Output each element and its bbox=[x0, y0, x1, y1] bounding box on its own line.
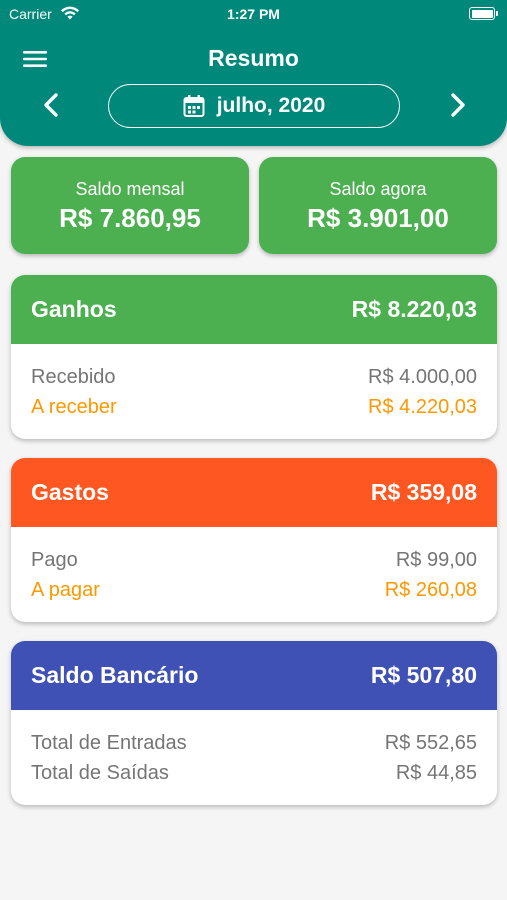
paid-row: Pago R$ 99,00 bbox=[31, 545, 477, 575]
total-in-value: R$ 552,65 bbox=[384, 732, 477, 754]
current-balance-card[interactable]: Saldo agora R$ 3.901,00 bbox=[259, 157, 497, 254]
bank-balance-header: Saldo Bancário R$ 507,80 bbox=[11, 641, 497, 710]
ganhos-card[interactable]: Ganhos R$ 8.220,03 Recebido R$ 4.000,00 … bbox=[11, 275, 497, 439]
to-receive-row: A receber R$ 4.220,03 bbox=[31, 392, 477, 422]
received-row: Recebido R$ 4.000,00 bbox=[31, 362, 477, 392]
to-pay-value: R$ 260,08 bbox=[384, 579, 477, 601]
gastos-title: Gastos bbox=[31, 479, 109, 505]
gastos-total: R$ 359,08 bbox=[370, 479, 477, 505]
current-balance-label: Saldo agora bbox=[329, 179, 427, 199]
bank-balance-card[interactable]: Saldo Bancário R$ 507,80 Total de Entrad… bbox=[11, 641, 497, 805]
current-balance-value: R$ 3.901,00 bbox=[307, 203, 449, 233]
page-title: Resumo bbox=[208, 45, 299, 71]
to-receive-value: R$ 4.220,03 bbox=[368, 396, 477, 418]
received-label: Recebido bbox=[31, 366, 116, 388]
total-out-row: Total de Saídas R$ 44,85 bbox=[31, 758, 477, 788]
to-receive-label: A receber bbox=[31, 396, 117, 418]
calendar-icon bbox=[183, 95, 205, 117]
monthly-balance-label: Saldo mensal bbox=[75, 179, 185, 199]
total-out-label: Total de Saídas bbox=[31, 762, 169, 784]
status-time: 1:27 PM bbox=[227, 6, 280, 22]
ganhos-title: Ganhos bbox=[31, 296, 117, 322]
monthly-balance-value: R$ 7.860,95 bbox=[59, 203, 201, 233]
received-value: R$ 4.000,00 bbox=[368, 366, 477, 388]
ganhos-header: Ganhos R$ 8.220,03 bbox=[11, 275, 497, 344]
ganhos-total: R$ 8.220,03 bbox=[351, 296, 477, 322]
month-selector[interactable]: julho, 2020 bbox=[108, 84, 400, 128]
chevron-left-icon[interactable] bbox=[40, 91, 62, 119]
paid-label: Pago bbox=[31, 549, 78, 571]
bank-balance-title: Saldo Bancário bbox=[31, 662, 199, 688]
gastos-header: Gastos R$ 359,08 bbox=[11, 458, 497, 527]
monthly-balance-card[interactable]: Saldo mensal R$ 7.860,95 bbox=[11, 157, 249, 254]
total-in-label: Total de Entradas bbox=[31, 732, 187, 754]
to-pay-row: A pagar R$ 260,08 bbox=[31, 575, 477, 605]
to-pay-label: A pagar bbox=[31, 579, 100, 601]
total-in-row: Total de Entradas R$ 552,65 bbox=[31, 728, 477, 758]
bank-balance-total: R$ 507,80 bbox=[370, 662, 477, 688]
gastos-card[interactable]: Gastos R$ 359,08 Pago R$ 99,00 A pagar R… bbox=[11, 458, 497, 622]
app-header: Carrier 1:27 PM Resumo julho, 2020 bbox=[0, 0, 507, 146]
battery-icon bbox=[469, 7, 498, 20]
month-label: julho, 2020 bbox=[216, 94, 326, 117]
chevron-right-icon[interactable] bbox=[447, 91, 469, 119]
paid-value: R$ 99,00 bbox=[395, 549, 477, 571]
total-out-value: R$ 44,85 bbox=[395, 762, 477, 784]
status-bar: Carrier 1:27 PM bbox=[0, 0, 507, 30]
